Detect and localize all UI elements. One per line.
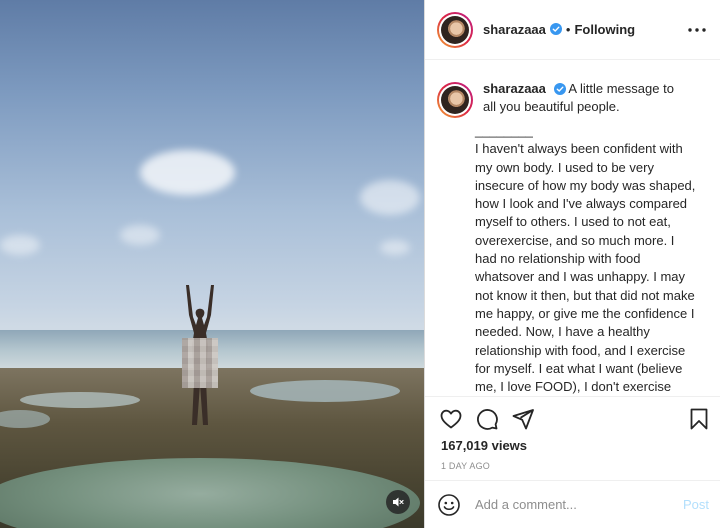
bookmark-icon[interactable] xyxy=(687,407,711,431)
post-sidebar: sharazaaa • Following sharazaaa A little… xyxy=(424,0,720,528)
emoji-icon[interactable] xyxy=(437,493,461,517)
more-options-icon[interactable] xyxy=(686,22,708,38)
post-header: sharazaaa • Following xyxy=(425,0,720,60)
post-media[interactable] xyxy=(0,0,424,528)
avatar[interactable] xyxy=(437,11,473,48)
speaker-muted-icon xyxy=(393,497,404,507)
heart-icon[interactable] xyxy=(439,407,463,431)
cloud xyxy=(360,180,420,215)
following-button[interactable]: Following xyxy=(574,22,635,37)
separator-dot: • xyxy=(565,22,571,37)
mute-button[interactable] xyxy=(386,490,410,514)
tide-pool xyxy=(250,380,400,402)
post-button[interactable]: Post xyxy=(683,497,709,512)
tide-pool xyxy=(20,392,140,408)
caption-row: sharazaaa A little message to all you be… xyxy=(437,80,705,118)
action-bar xyxy=(425,396,720,440)
verified-badge-icon xyxy=(553,82,566,95)
caption-area[interactable]: sharazaaa A little message to all you be… xyxy=(425,60,720,396)
censor-blur xyxy=(182,338,218,388)
caption-header: sharazaaa A little message to all you be… xyxy=(483,80,705,118)
username-link[interactable]: sharazaaa xyxy=(483,22,546,37)
caption-username[interactable]: sharazaaa xyxy=(483,81,546,96)
verified-badge-icon xyxy=(549,22,562,35)
avatar[interactable] xyxy=(437,82,473,118)
cloud xyxy=(120,225,160,245)
comment-input[interactable] xyxy=(475,497,683,512)
caption-text: ________ I haven't always been confident… xyxy=(475,123,696,395)
cloud xyxy=(0,235,40,255)
comment-bar: Post xyxy=(425,480,720,528)
cloud xyxy=(140,150,235,195)
view-count[interactable]: 167,019 views xyxy=(441,438,527,453)
send-icon[interactable] xyxy=(511,407,535,431)
post-timestamp[interactable]: 1 DAY AGO xyxy=(441,461,490,471)
cloud xyxy=(380,240,410,255)
comment-icon[interactable] xyxy=(475,407,499,431)
